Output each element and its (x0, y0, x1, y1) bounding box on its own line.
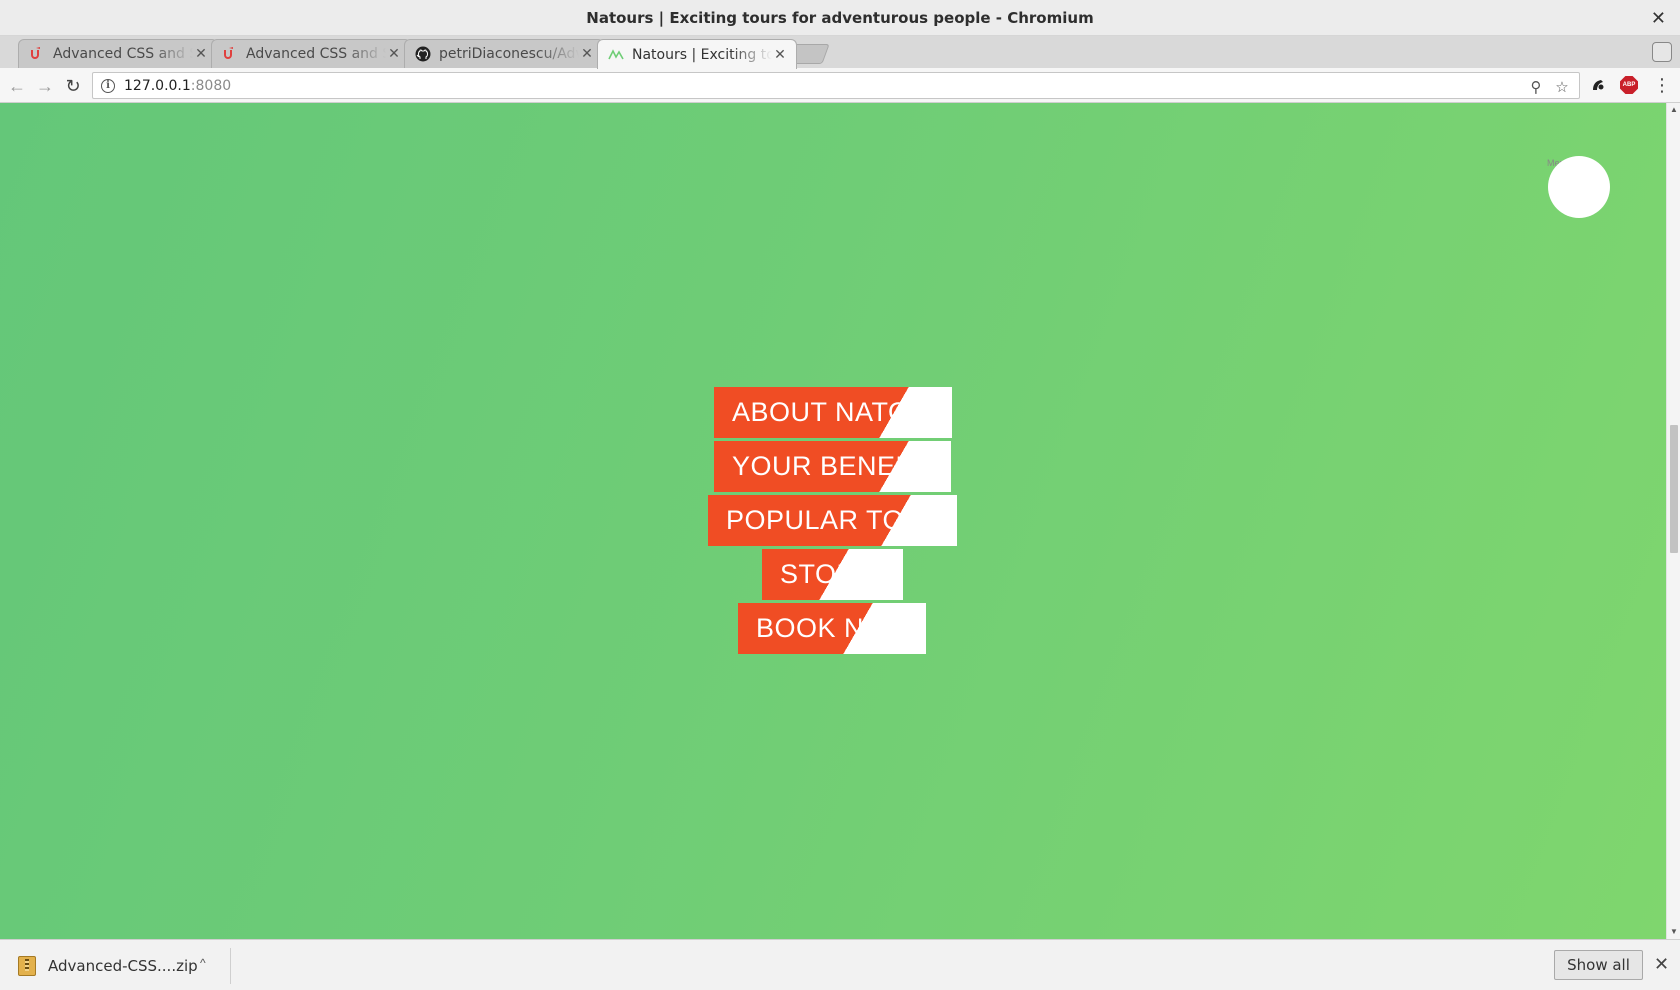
udemy-icon (29, 46, 45, 62)
tab-close-icon[interactable]: ✕ (772, 47, 788, 63)
zoom-icon[interactable]: ⚲ (1527, 78, 1545, 96)
download-divider (230, 948, 231, 984)
url-host: 127.0.0.1 (124, 77, 191, 94)
tab-label: petriDiaconescu/Advanced-CSS (439, 46, 579, 62)
tab-close-icon[interactable]: ✕ (386, 46, 402, 62)
show-all-button[interactable]: Show all (1554, 950, 1643, 980)
scroll-down-icon[interactable]: ▼ (1669, 927, 1679, 937)
address-bar[interactable]: i 127.0.0.1:8080 ⚲ ☆ (92, 72, 1580, 99)
window-titlebar: Natours | Exciting tours for adventurous… (0, 0, 1680, 36)
download-shelf: Advanced-CSS....zip ^ Show all ✕ (0, 939, 1680, 990)
reload-icon[interactable]: ↻ (62, 75, 84, 97)
site-info-icon[interactable]: i (101, 78, 115, 93)
tab-strip: Advanced CSS and Sass ✕ Advanced CSS and… (0, 36, 1680, 69)
nav-link-book[interactable]: BOOK NOW (738, 603, 926, 654)
tab-label: Advanced CSS and Sass (53, 46, 193, 62)
chevron-up-icon[interactable]: ^ (200, 956, 206, 970)
download-item[interactable]: Advanced-CSS....zip (18, 952, 198, 980)
page-viewport: Menu ABOUT NATOURS YOUR BENEFITS POPULAR… (0, 103, 1666, 939)
profile-icon[interactable] (1652, 42, 1672, 62)
udemy-icon (222, 46, 238, 62)
tab-label: Natours | Exciting tours (632, 46, 772, 63)
tab-label: Advanced CSS and Sass (246, 46, 386, 62)
page-scrollbar[interactable]: ▲ ▼ (1666, 103, 1680, 939)
github-icon (415, 46, 431, 62)
nav-link-tours[interactable]: POPULAR TOURS (708, 495, 957, 546)
download-file-name: Advanced-CSS....zip (48, 957, 198, 975)
tab-close-icon[interactable]: ✕ (193, 46, 209, 62)
url-port: :8080 (190, 77, 232, 94)
back-icon[interactable]: ← (6, 75, 28, 97)
adblock-plus-icon[interactable]: ABP (1619, 75, 1639, 95)
nav-link-benefits[interactable]: YOUR BENEFITS (714, 441, 951, 492)
nav-link-about[interactable]: ABOUT NATOURS (714, 387, 952, 438)
browser-toolbar: ← → ↻ i 127.0.0.1:8080 ⚲ ☆ (0, 68, 1680, 103)
scroll-up-icon[interactable]: ▲ (1669, 105, 1679, 115)
forward-icon[interactable]: → (34, 75, 56, 97)
tab-advanced-css-1[interactable]: Advanced CSS and Sass ✕ (18, 39, 218, 68)
zip-file-icon (18, 956, 36, 976)
navigation-list: ABOUT NATOURS YOUR BENEFITS POPULAR TOUR… (0, 103, 1666, 939)
nav-link-stories[interactable]: STORIES (762, 549, 903, 600)
tab-close-icon[interactable]: ✕ (579, 46, 595, 62)
tab-advanced-css-2[interactable]: Advanced CSS and Sass ✕ (211, 39, 411, 68)
natours-icon (608, 47, 624, 63)
bookmark-star-icon[interactable]: ☆ (1553, 78, 1571, 96)
browser-menu-icon[interactable]: ⋮ (1652, 75, 1672, 95)
tab-natours[interactable]: Natours | Exciting tours ✕ (597, 39, 797, 69)
scrollbar-thumb[interactable] (1670, 425, 1678, 553)
window-title: Natours | Exciting tours for adventurous… (586, 8, 1094, 27)
close-download-shelf-icon[interactable]: ✕ (1654, 954, 1669, 975)
window-close-icon[interactable]: ✕ (1651, 8, 1666, 29)
extension-icon[interactable] (1588, 75, 1608, 95)
tab-github[interactable]: petriDiaconescu/Advanced-CSS ✕ (404, 39, 604, 68)
